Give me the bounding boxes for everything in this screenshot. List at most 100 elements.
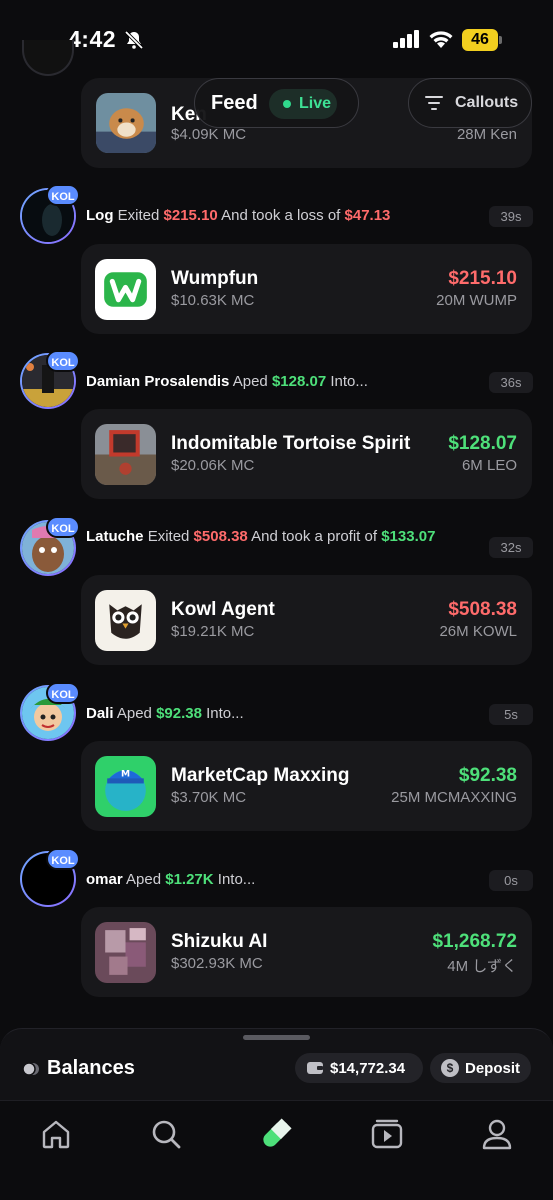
wifi-icon [429,31,453,48]
token-value: $92.38 [458,765,517,786]
token-card[interactable]: Shizuku AI $302.93K MC $1,268.72 4M しずく [81,907,532,997]
username[interactable]: Damian Prosalendis [86,373,229,390]
kol-badge: KOL [46,516,80,538]
token-amount: 28M Ken [456,126,517,143]
action-text: Dali Aped $92.38 Into... [86,702,481,725]
tab-trade[interactable] [259,1117,293,1151]
token-amount: 4M しずく [447,958,517,975]
balances-title: Balances [47,1057,135,1079]
token-market-cap: $4.09K MC [171,126,247,143]
token-image-shizuku [95,922,156,983]
action-phrase: Into... [201,705,244,722]
trade-amount: $508.38 [193,528,248,545]
live-label: Live [299,95,332,112]
owl-logo-icon [95,590,156,651]
video-icon [371,1119,403,1149]
action-text: Log Exited $215.10 And took a loss of $4… [86,204,481,227]
trade-amount: $215.10 [163,207,218,224]
token-amount: 25M MCMAXXING [391,789,517,806]
token-market-cap: $20.06K MC [171,457,255,474]
action-verb: Exited [117,207,164,224]
kol-badge: KOL [46,848,80,870]
pnl-amount: $133.07 [381,528,436,545]
token-card[interactable]: Wumpfun $10.63K MC $215.10 20M WUMP [81,244,532,334]
token-market-cap: $302.93K MC [171,955,263,972]
token-name: MarketCap Maxxing [171,765,350,786]
trade-amount: $1.27K [165,871,214,888]
sheet-grabber[interactable] [243,1035,310,1040]
status-bar: 4:42 46 [0,0,553,80]
coins-icon [22,1062,39,1076]
action-phrase: And took a profit of [247,528,382,545]
action-verb: Aped [232,373,272,390]
token-amount: 6M LEO [461,457,517,474]
wallet-icon [307,1062,323,1074]
time-ago: 36s [489,372,533,393]
action-text: omar Aped $1.27K Into... [86,868,481,891]
token-name: Wumpfun [171,268,259,289]
username[interactable]: Log [86,207,114,224]
token-value: $1,268.72 [432,931,517,952]
tab-profile[interactable] [480,1117,514,1151]
action-verb: Aped [116,705,157,722]
live-dot-icon [283,100,291,108]
live-badge[interactable]: Live [269,89,337,119]
feed-label: Feed [211,92,258,114]
dollar-icon: $ [441,1059,459,1077]
action-verb: Exited [147,528,194,545]
callouts-button[interactable]: Callouts [408,78,532,128]
tab-bar [0,1100,553,1200]
token-card[interactable]: Indomitable Tortoise Spirit $20.06K MC $… [81,409,532,499]
token-image-dog [96,93,156,153]
tab-videos[interactable] [370,1117,404,1151]
token-image-mcmaxxing: M [95,756,156,817]
token-amount: 26M KOWL [439,623,517,640]
search-icon [152,1120,181,1149]
token-value: $215.10 [448,268,517,289]
profile-icon [482,1119,512,1150]
tab-search[interactable] [149,1117,183,1151]
trade-amount: $128.07 [271,373,327,390]
token-value: $508.38 [448,599,517,620]
token-name: Shizuku AI [171,931,268,952]
token-card[interactable]: Kowl Agent $19.21K MC $508.38 26M KOWL [81,575,532,665]
status-time: 4:42 [68,26,117,52]
feed-toggle[interactable]: Feed Live [194,78,359,128]
wumpfun-logo-icon [95,259,156,320]
balance-total: $14,772.34 [330,1060,406,1077]
kol-badge: KOL [46,184,80,206]
time-ago: 39s [489,206,533,227]
kol-badge: KOL [46,682,80,704]
trade-amount: $92.38 [156,705,202,722]
deposit-button[interactable]: $ Deposit [430,1053,531,1083]
pill-icon [263,1118,292,1147]
battery-indicator: 46 [462,29,502,51]
token-image-tortoise [95,424,156,485]
token-market-cap: $3.70K MC [171,789,247,806]
action-text: Damian Prosalendis Aped $128.07 Into... [86,370,481,393]
pnl-amount: $47.13 [344,207,391,224]
username[interactable]: Latuche [86,528,144,545]
token-name: Kowl Agent [171,599,275,620]
callouts-label: Callouts [455,94,519,111]
action-phrase: Into... [213,871,256,888]
time-ago: 32s [489,537,533,558]
time-ago: 5s [489,704,533,725]
deposit-label: Deposit [465,1060,521,1077]
wallet-balance-chip[interactable]: $14,772.34 [295,1053,423,1083]
svg-text:M: M [121,769,130,779]
token-value: $128.07 [448,433,517,454]
battery-tip [499,36,502,44]
username[interactable]: omar [86,871,123,888]
balances-sheet[interactable]: Balances $14,772.34 $ Deposit [0,1028,553,1100]
action-phrase: And took a loss of [217,207,345,224]
action-verb: Aped [126,871,166,888]
token-amount: 20M WUMP [436,292,517,309]
token-card[interactable]: M MarketCap Maxxing $3.70K MC $92.38 25M… [81,741,532,831]
username[interactable]: Dali [86,705,114,722]
tab-home[interactable] [39,1117,73,1151]
time-ago: 0s [489,870,533,891]
filter-icon [425,96,443,110]
token-market-cap: $10.63K MC [171,292,255,309]
action-phrase: Into... [326,373,368,390]
